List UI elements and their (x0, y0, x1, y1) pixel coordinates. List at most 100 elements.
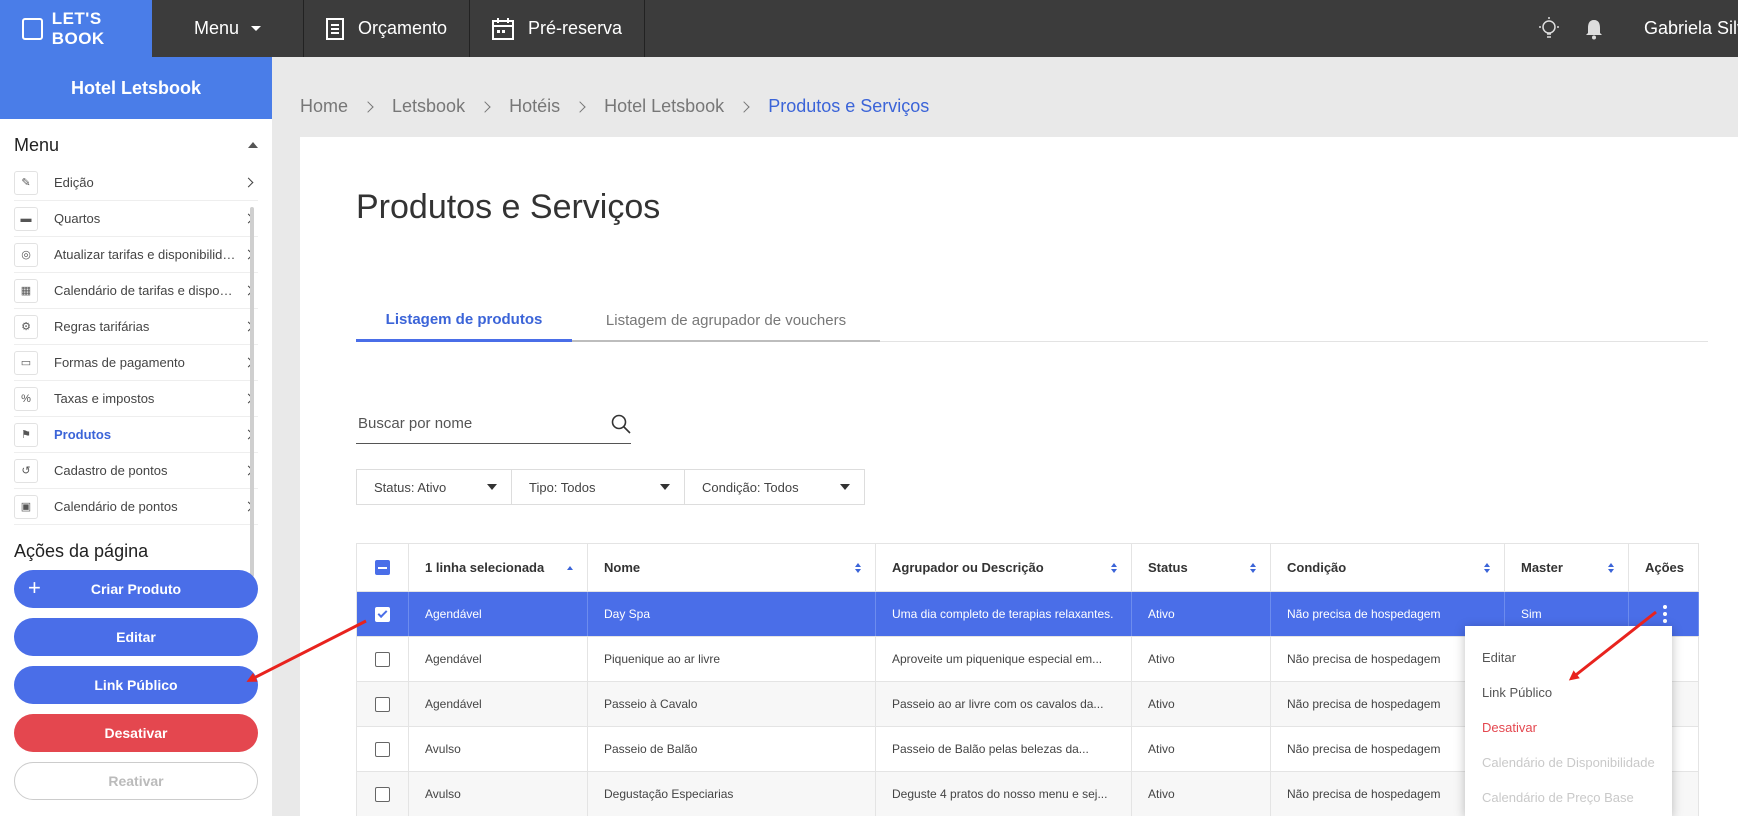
sidebar-item-taxas-impostos[interactable]: % Taxas e impostos (14, 381, 258, 417)
sort-icon (1484, 562, 1490, 573)
cell-desc: Deguste 4 pratos do nosso menu e sej... (876, 772, 1132, 816)
header-master[interactable]: Master (1505, 544, 1629, 591)
main-menu-button[interactable]: Menu (152, 0, 304, 57)
deactivate-button[interactable]: Desativar (14, 714, 258, 752)
tab-listagem-agrupador[interactable]: Listagem de agrupador de vouchers (572, 300, 880, 342)
filter-tipo-label: Tipo: Todos (529, 479, 596, 495)
row-select-cell[interactable] (356, 682, 409, 726)
plus-icon: + (28, 575, 41, 600)
dropdown-edit[interactable]: Editar (1465, 640, 1672, 675)
breadcrumb-hotel[interactable]: Hotel Letsbook (604, 96, 724, 117)
row-checkbox[interactable] (375, 696, 390, 712)
sidebar-menu-list: ✎ Edição ▬ Quartos ◎ Atualizar tarifas e di… (0, 165, 272, 525)
gears-icon: ⚙ (14, 314, 38, 339)
sidebar-item-label: Calendário de tarifas e disponibilidade (54, 283, 239, 298)
breadcrumb-hoteis[interactable]: Hotéis (509, 96, 560, 117)
header-tipo[interactable]: 1 linha selecionada (409, 544, 588, 591)
dropdown-deactivate[interactable]: Desativar (1465, 710, 1672, 745)
header-label: Ações (1645, 560, 1685, 575)
sidebar-menu-header[interactable]: Menu (0, 125, 272, 165)
breadcrumb: Home Letsbook Hotéis Hotel Letsbook Prod… (300, 96, 929, 117)
sidebar-item-calendario-pontos[interactable]: ▣ Calendário de pontos (14, 489, 258, 525)
row-checkbox[interactable] (375, 651, 390, 667)
bed-icon: ▬ (14, 206, 38, 231)
search-input[interactable]: Buscar por nome (356, 415, 472, 432)
breadcrumb-home[interactable]: Home (300, 96, 348, 117)
sidebar-item-formas-pagamento[interactable]: ▭ Formas de pagamento (14, 345, 258, 381)
row-select-cell[interactable] (356, 772, 409, 816)
cell-status: Ativo (1132, 592, 1271, 636)
sidebar-item-atualizar-tarifas[interactable]: ◎ Atualizar tarifas e disponibilidade (14, 237, 258, 273)
caret-down-icon (660, 484, 670, 490)
chevron-right-icon (243, 177, 254, 188)
sidebar-item-label: Regras tarifárias (54, 319, 150, 334)
filter-condicao[interactable]: Condição: Todos (684, 469, 865, 505)
row-actions-dropdown: Editar Link Público Desativar Calendário… (1465, 626, 1672, 816)
select-all-cell[interactable] (356, 544, 409, 591)
brand-logo[interactable]: LET'S BOOK (0, 0, 152, 57)
filter-status[interactable]: Status: Ativo (356, 469, 512, 505)
pencil-icon: ✎ (14, 170, 38, 195)
sidebar-item-label: Quartos (54, 211, 101, 226)
cell-tipo: Agendável (409, 682, 588, 726)
sidebar-scrollbar[interactable] (250, 207, 254, 577)
sort-icon (1608, 562, 1614, 573)
filter-condicao-label: Condição: Todos (702, 479, 799, 495)
dropdown-availability-calendar: Calendário de Disponibilidade (1482, 755, 1655, 770)
sort-icon (855, 562, 861, 573)
row-select-cell[interactable] (356, 592, 409, 636)
create-product-button[interactable]: + Criar Produto (14, 570, 258, 608)
header-agrupador[interactable]: Agrupador ou Descrição (876, 544, 1132, 591)
nav-pre-reserva-label: Pré-reserva (528, 18, 623, 38)
filters: Status: Ativo Tipo: Todos Condição: Todo… (356, 469, 865, 505)
cell-tipo: Agendável (409, 637, 588, 681)
cell-desc: Aproveite um piquenique especial em... (876, 637, 1132, 681)
tab-listagem-produtos[interactable]: Listagem de produtos (356, 300, 572, 342)
cell-nome: Day Spa (588, 592, 876, 636)
sidebar-item-edicao[interactable]: ✎ Edição (14, 165, 258, 201)
lightbulb-icon[interactable] (1538, 16, 1560, 41)
row-checkbox[interactable] (375, 786, 390, 802)
public-link-button[interactable]: Link Público (14, 666, 258, 704)
search-field[interactable]: Buscar por nome (356, 404, 631, 444)
breadcrumb-letsbook[interactable]: Letsbook (392, 96, 465, 117)
header-label: Nome (604, 560, 641, 575)
header-condicao[interactable]: Condição (1271, 544, 1505, 591)
filter-status-label: Status: Ativo (374, 479, 447, 495)
cell-nome: Piquenique ao ar livre (588, 637, 876, 681)
nav-pre-reserva[interactable]: Pré-reserva (470, 0, 646, 57)
sidebar-item-regras-tarifarias[interactable]: ⚙ Regras tarifárias (14, 309, 258, 345)
dropdown-public-link[interactable]: Link Público (1465, 675, 1672, 710)
reactivate-button: Reativar (14, 762, 258, 800)
sidebar-item-calendario-tarifas[interactable]: ▦ Calendário de tarifas e disponibilidade (14, 273, 258, 309)
sidebar-item-produtos[interactable]: ⚑ Produtos (14, 417, 258, 453)
create-product-label: Criar Produto (90, 581, 182, 597)
bell-icon[interactable] (1584, 18, 1604, 40)
row-checkbox[interactable] (375, 606, 390, 622)
cell-tipo: Avulso (409, 727, 588, 771)
document-icon (326, 17, 344, 40)
row-select-cell[interactable] (356, 637, 409, 681)
brand-name: LET'S BOOK (51, 8, 105, 48)
sort-asc-icon (567, 565, 573, 570)
filter-tipo[interactable]: Tipo: Todos (511, 469, 685, 505)
caret-down-icon (487, 484, 497, 490)
select-all-checkbox[interactable] (375, 560, 390, 575)
sort-icon (1111, 562, 1117, 573)
header-label: Status (1148, 560, 1188, 575)
row-checkbox[interactable] (375, 741, 390, 757)
cell-status: Ativo (1132, 637, 1271, 681)
cell-nome: Passeio à Cavalo (588, 682, 876, 726)
user-name[interactable]: Gabriela Silveira (1628, 18, 1738, 39)
header-nome[interactable]: Nome (588, 544, 876, 591)
search-icon[interactable] (611, 414, 631, 434)
sidebar-item-label: Formas de pagamento (54, 355, 185, 370)
refresh-icon: ◎ (14, 242, 38, 267)
sidebar-item-cadastro-pontos[interactable]: ↺ Cadastro de pontos (14, 453, 258, 489)
more-vertical-icon[interactable] (1663, 605, 1667, 623)
edit-button[interactable]: Editar (14, 618, 258, 656)
header-status[interactable]: Status (1132, 544, 1271, 591)
nav-orcamento[interactable]: Orçamento (304, 0, 471, 57)
row-select-cell[interactable] (356, 727, 409, 771)
sidebar-item-quartos[interactable]: ▬ Quartos (14, 201, 258, 237)
